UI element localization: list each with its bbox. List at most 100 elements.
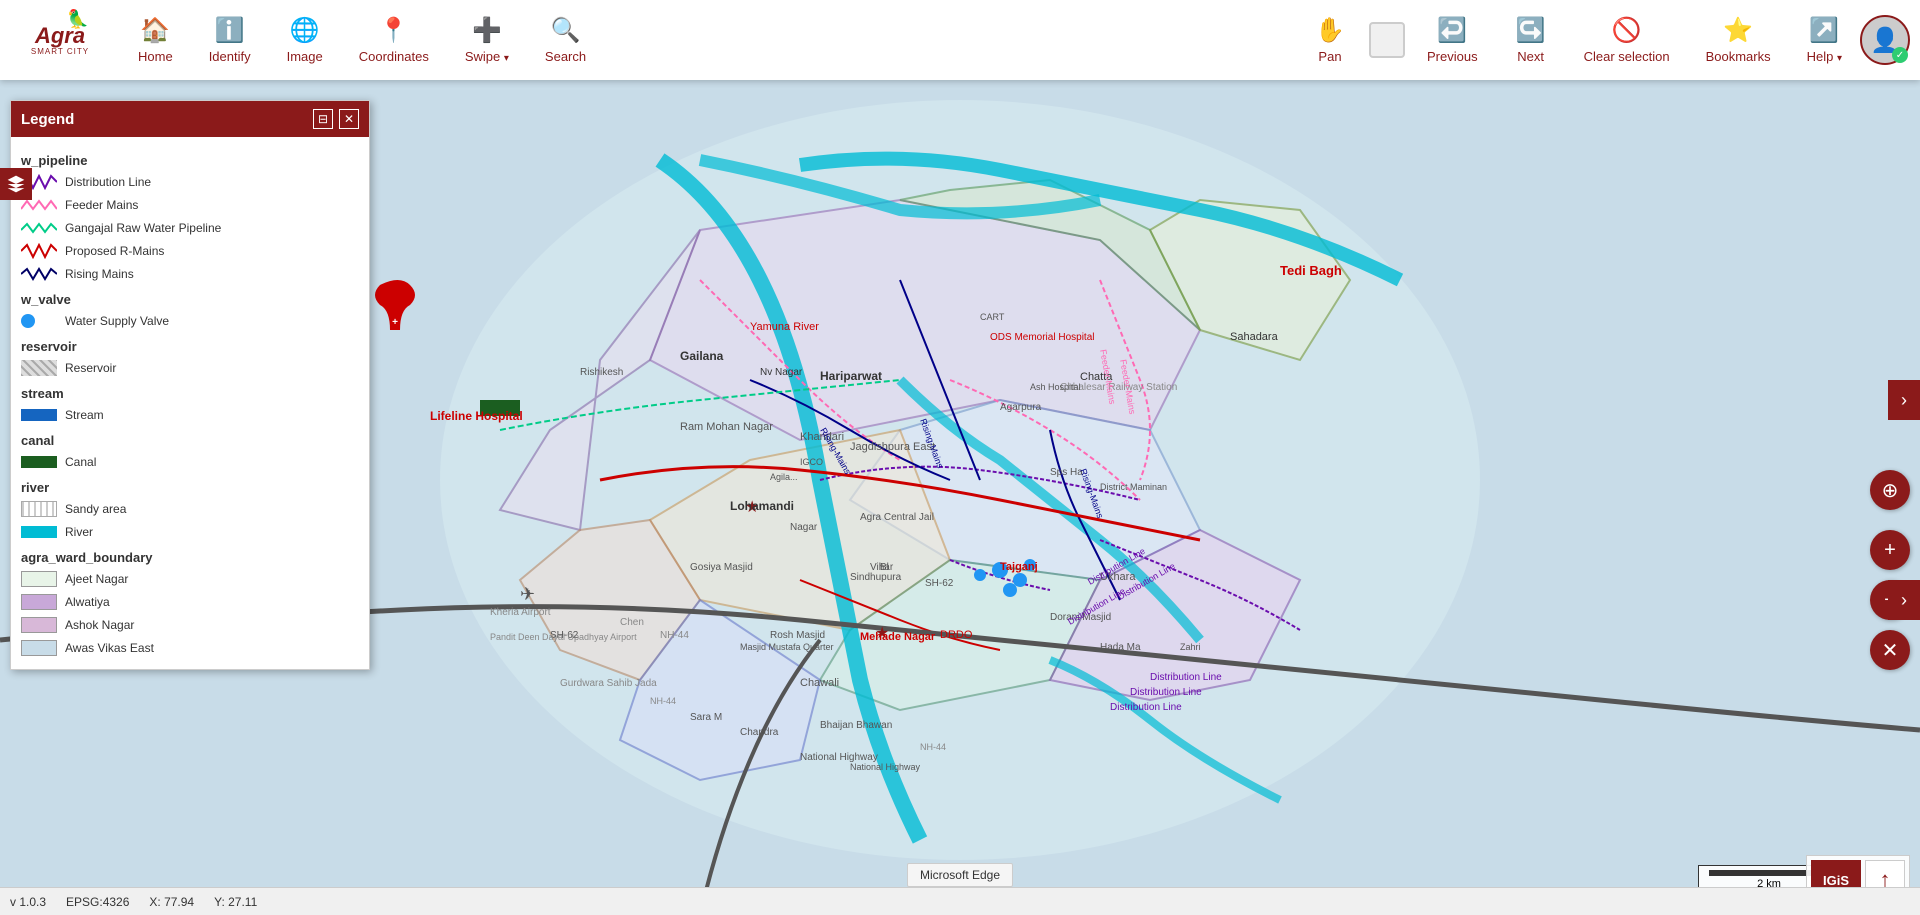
legend-item-distribution-line: Distribution Line [21, 172, 359, 192]
svg-text:SH-62: SH-62 [925, 578, 954, 589]
search-icon: 🔍 [551, 16, 581, 45]
svg-text:DRDO: DRDO [940, 629, 973, 641]
identify-icon: ℹ️ [215, 16, 245, 45]
coordinates-icon: 📍 [379, 16, 409, 45]
nav-image[interactable]: 🌐 Image [269, 0, 341, 80]
nav-right: ✋ Pan ↩️ Previous ↪️ Next 🚫 Clear select… [1295, 0, 1920, 80]
svg-text:Lohamandi: Lohamandi [730, 499, 794, 513]
legend-item-stream: Stream [21, 405, 359, 425]
nav-help[interactable]: ↗️ Help ▾ [1789, 0, 1860, 80]
legend-item-river: River [21, 522, 359, 542]
nav-identify[interactable]: ℹ️ Identify [191, 0, 269, 80]
legend-item-canal: Canal [21, 452, 359, 472]
svg-text:Ram Mohan Nagar: Ram Mohan Nagar [680, 421, 773, 433]
avatar-check: ✓ [1892, 47, 1908, 63]
layers-toggle-button[interactable] [0, 168, 32, 200]
nav-search-label: Search [545, 49, 586, 64]
svg-text:Nagar: Nagar [790, 522, 818, 533]
nav-search[interactable]: 🔍 Search [527, 0, 604, 80]
next-icon: ↪️ [1516, 16, 1546, 45]
svg-text:Jagdishpura East: Jagdishpura East [850, 441, 935, 453]
svg-text:Chandra: Chandra [740, 727, 779, 738]
legend-item-rising-mains: Rising Mains [21, 264, 359, 284]
reset-icon: ✕ [1882, 638, 1899, 663]
compass-icon: ⊕ [1882, 478, 1899, 503]
legend-section-w-pipeline: w_pipeline [21, 153, 359, 168]
nav-bookmarks[interactable]: ⭐ Bookmarks [1688, 0, 1789, 80]
legend-label-stream: Stream [65, 408, 104, 422]
clear-selection-icon: 🚫 [1612, 16, 1642, 45]
legend-title: Legend [21, 111, 74, 128]
legend-label-rising-mains: Rising Mains [65, 267, 134, 281]
legend-section-stream: stream [21, 386, 359, 401]
svg-text:National Highway: National Highway [850, 762, 921, 772]
legend-item-ashok-nagar: Ashok Nagar [21, 615, 359, 635]
svg-text:Rosh Masjid: Rosh Masjid [770, 630, 825, 641]
legend-item-alwatiya: Alwatiya [21, 592, 359, 612]
bookmarks-icon: ⭐ [1723, 16, 1753, 45]
right-panel-toggle2[interactable]: › [1888, 580, 1920, 620]
map-container[interactable]: + Lifeline Hospital ✈ Kheria Airport ★ ★… [0, 80, 1920, 915]
status-bar: v 1.0.3 EPSG:4326 X: 77.94 Y: 27.11 [0, 887, 1920, 915]
svg-text:CART: CART [980, 312, 1005, 322]
legend-item-awas-vikas-east: Awas Vikas East [21, 638, 359, 658]
previous-icon: ↩️ [1437, 16, 1467, 45]
nav-coordinates-label: Coordinates [359, 49, 429, 64]
nav-coordinates[interactable]: 📍 Coordinates [341, 0, 447, 80]
svg-text:Distribution Line: Distribution Line [1110, 702, 1182, 713]
nav-image-label: Image [287, 49, 323, 64]
legend-label-feeder-mains: Feeder Mains [65, 198, 138, 212]
compass-button[interactable]: ⊕ [1870, 470, 1910, 510]
svg-text:IGCO: IGCO [800, 457, 823, 467]
reset-button[interactable]: ✕ [1870, 630, 1910, 670]
svg-text:✈: ✈ [520, 584, 535, 604]
legend-label-gangajal: Gangajal Raw Water Pipeline [65, 221, 221, 235]
epsg-code: EPSG:4326 [66, 895, 129, 909]
nav-pan[interactable]: ✋ Pan [1295, 0, 1365, 80]
legend-minimize-button[interactable]: ⊟ [313, 109, 333, 129]
svg-text:Agila...: Agila... [770, 472, 798, 482]
zoom-in-button[interactable]: + [1870, 530, 1910, 570]
svg-text:Hada Ma: Hada Ma [1100, 642, 1141, 653]
nav-swipe[interactable]: ➕ Swipe ▾ [447, 0, 527, 80]
svg-text:Agra Central Jail: Agra Central Jail [860, 512, 934, 523]
nav-previous[interactable]: ↩️ Previous [1409, 0, 1496, 80]
image-icon: 🌐 [290, 16, 320, 45]
svg-text:Pandit Deen Dayal Upadhyay Air: Pandit Deen Dayal Upadhyay Airport [490, 632, 637, 642]
legend-label-river: River [65, 525, 93, 539]
svg-text:Hariparwat: Hariparwat [820, 369, 882, 383]
checkbox-area [1369, 22, 1405, 58]
svg-text:Sara M: Sara M [690, 712, 722, 723]
x-coordinate: X: 77.94 [149, 895, 194, 909]
legend-item-feeder-mains: Feeder Mains [21, 195, 359, 215]
swipe-icon: ➕ [472, 16, 502, 45]
svg-text:Sahadara: Sahadara [1230, 331, 1279, 343]
app-version: v 1.0.3 [10, 895, 46, 909]
svg-text:ODS Memorial Hospital: ODS Memorial Hospital [990, 332, 1094, 343]
svg-text:Distribution Line: Distribution Line [1130, 687, 1202, 698]
legend-controls: ⊟ ✕ [313, 109, 359, 129]
svg-text:Gurdwara Sahib Jada: Gurdwara Sahib Jada [560, 678, 657, 689]
right-panel-toggle[interactable]: › [1888, 380, 1920, 420]
legend-label-canal: Canal [65, 455, 96, 469]
legend-label-distribution-line: Distribution Line [65, 175, 151, 189]
svg-text:Sps Ha: Sps Ha [1050, 467, 1083, 478]
nav-home[interactable]: 🏠 Home [120, 0, 191, 80]
legend-item-proposed-r-mains: Proposed R-Mains [21, 241, 359, 261]
legend-body: w_pipeline Distribution Line Feeder Main… [11, 137, 369, 669]
svg-text:Bhaijan Bhawan: Bhaijan Bhawan [820, 720, 892, 731]
svg-text:Zahri: Zahri [1180, 642, 1201, 652]
zoom-in-icon: + [1884, 539, 1896, 562]
nav-clear-selection[interactable]: 🚫 Clear selection [1566, 0, 1688, 80]
pan-icon: ✋ [1315, 16, 1345, 45]
nav-next[interactable]: ↪️ Next [1496, 0, 1566, 80]
help-icon: ↗️ [1809, 16, 1839, 45]
legend-close-button[interactable]: ✕ [339, 109, 359, 129]
app-logo[interactable]: Agra SMART CITY 🦜 [0, 0, 120, 80]
svg-text:NH-44: NH-44 [650, 696, 676, 706]
svg-text:Ash Hospital: Ash Hospital [1030, 382, 1081, 392]
svg-text:Gosiya Masjid: Gosiya Masjid [690, 562, 753, 573]
svg-text:Masjid Mustafa Quarter: Masjid Mustafa Quarter [740, 642, 834, 652]
user-avatar[interactable]: 👤 ✓ [1860, 15, 1910, 65]
home-icon: 🏠 [140, 16, 170, 45]
